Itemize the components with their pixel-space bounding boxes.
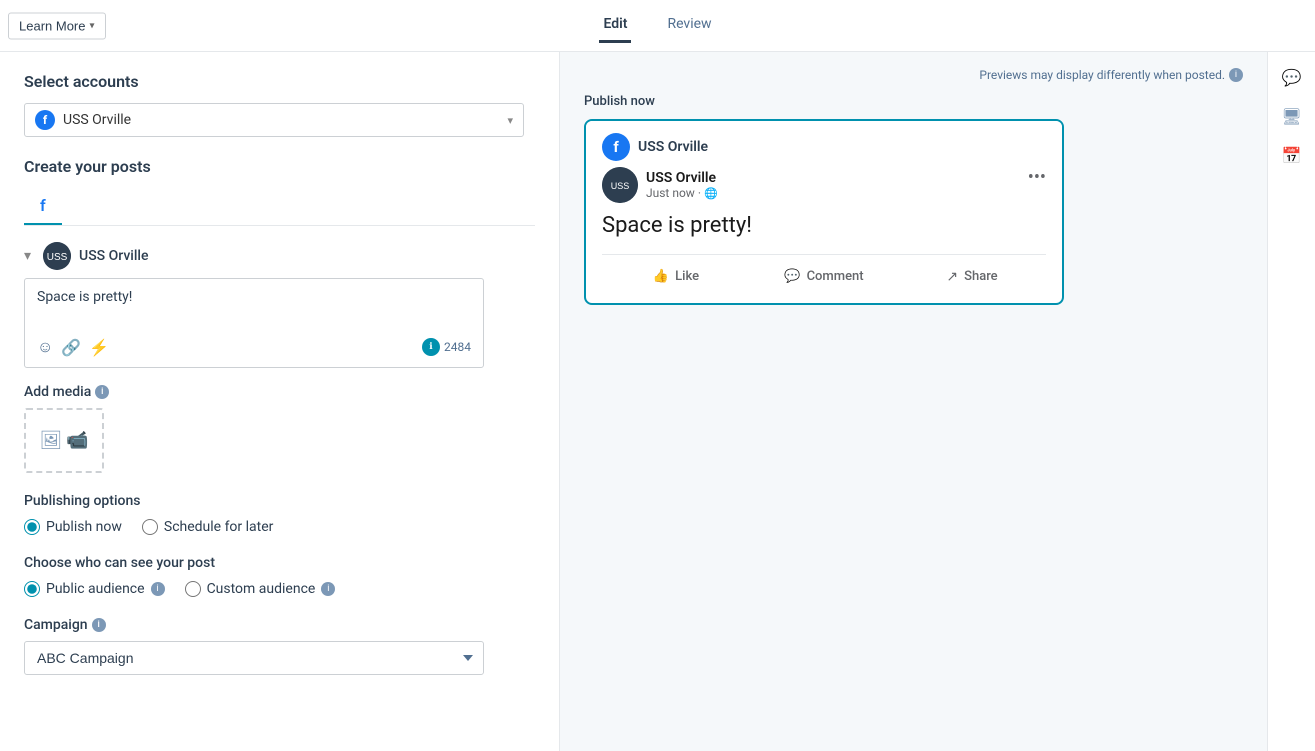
preview-page-name: USS Orville	[638, 139, 708, 155]
publishing-options: Publishing options Publish now Schedule …	[24, 493, 535, 535]
main-content: Select accounts f USS Orville ▾ Create y…	[0, 52, 1315, 751]
campaign-label: Campaign i	[24, 617, 535, 633]
schedule-later-label: Schedule for later	[164, 519, 274, 535]
campaign-select[interactable]: ABC Campaign Campaign 2 Campaign 3	[24, 641, 484, 675]
learn-more-label: Learn More	[19, 18, 85, 33]
preview-timestamp: Just now · 🌐	[646, 186, 718, 200]
publish-now-radio[interactable]	[24, 519, 40, 535]
selected-account-name: USS Orville	[63, 112, 131, 128]
comment-icon: 💬	[784, 269, 800, 284]
svg-text:USS: USS	[47, 252, 68, 263]
campaign-info-icon[interactable]: i	[92, 618, 106, 632]
publish-label: Publish now	[584, 94, 1243, 109]
left-panel: Select accounts f USS Orville ▾ Create y…	[0, 52, 560, 751]
custom-audience-label: Custom audience	[207, 581, 316, 597]
lightning-icon[interactable]: ⚡	[89, 338, 109, 357]
create-posts-section: Create your posts f ▾ USS USS Orville	[24, 157, 535, 675]
account-post-header: ▾ USS USS Orville	[24, 242, 535, 270]
top-bar: Learn More ▾ Edit Review	[0, 0, 1315, 52]
preview-account-row: USS USS Orville Just now · 🌐 •••	[602, 167, 1046, 203]
collapse-button[interactable]: ▾	[24, 248, 31, 264]
preview-avatar: USS	[602, 167, 638, 203]
post-text-content[interactable]: Space is pretty!	[37, 289, 471, 329]
account-selector[interactable]: f USS Orville ▾	[24, 103, 524, 137]
sidebar-icon-1[interactable]: 💬	[1282, 68, 1302, 87]
preview-avatar-info: USS USS Orville Just now · 🌐	[602, 167, 718, 203]
tab-bar: Edit Review	[599, 8, 715, 43]
share-icon: ↗	[946, 269, 958, 285]
preview-card-body: USS USS Orville Just now · 🌐 •••	[586, 167, 1062, 303]
preview-avatar-svg: USS	[602, 167, 638, 203]
globe-icon: 🌐	[704, 187, 718, 200]
audience-options: Public audience i Custom audience i	[24, 581, 535, 597]
dot-separator: ·	[698, 186, 701, 200]
campaign-section: Campaign i ABC Campaign Campaign 2 Campa…	[24, 617, 535, 675]
account-post-name: USS Orville	[79, 248, 148, 264]
preview-note: Previews may display differently when po…	[584, 68, 1243, 82]
avatar-svg: USS	[43, 242, 71, 270]
post-editor: Space is pretty! ☺ 🔗 ⚡ ℹ 2484	[24, 278, 484, 368]
sidebar-icon-3[interactable]: 📅	[1282, 146, 1302, 165]
like-icon: 👍	[653, 269, 669, 284]
add-media-info-icon[interactable]: i	[95, 385, 109, 399]
right-sidebar: 💬 🖥 📅	[1267, 52, 1315, 751]
audience-label: Choose who can see your post	[24, 555, 535, 571]
attachment-icon[interactable]: 🔗	[61, 338, 81, 357]
add-media-label: Add media i	[24, 384, 535, 400]
post-tab-bar: f	[24, 188, 535, 226]
right-panel: Previews may display differently when po…	[560, 52, 1267, 751]
emoji-icon[interactable]: ☺	[37, 337, 53, 357]
audience-section: Choose who can see your post Public audi…	[24, 555, 535, 597]
public-audience-info-icon[interactable]: i	[151, 582, 165, 596]
select-accounts-title: Select accounts	[24, 72, 535, 91]
media-upload-box[interactable]: 🖼 📹	[24, 408, 104, 473]
chevron-down-icon: ▾	[89, 20, 94, 31]
schedule-later-radio[interactable]	[142, 519, 158, 535]
tab-edit[interactable]: Edit	[599, 8, 631, 43]
video-upload-icon: 📹	[66, 430, 88, 451]
public-audience-radio[interactable]	[24, 581, 40, 597]
public-audience-option[interactable]: Public audience i	[24, 581, 165, 597]
facebook-header-icon: f	[602, 133, 630, 161]
preview-account-details: USS Orville Just now · 🌐	[646, 170, 718, 200]
custom-audience-option[interactable]: Custom audience i	[185, 581, 336, 597]
preview-card-header: f USS Orville	[586, 121, 1062, 167]
create-posts-title: Create your posts	[24, 157, 535, 176]
selector-chevron-icon: ▾	[507, 114, 513, 127]
share-action[interactable]: ↗ Share	[898, 263, 1046, 291]
add-media-section: Add media i 🖼 📹	[24, 384, 535, 473]
schedule-later-option[interactable]: Schedule for later	[142, 519, 274, 535]
facebook-tab-icon: f	[40, 196, 46, 215]
facebook-icon-small: f	[35, 110, 55, 130]
custom-audience-radio[interactable]	[185, 581, 201, 597]
tab-review[interactable]: Review	[663, 8, 715, 43]
char-count-value: 2484	[444, 340, 471, 354]
account-avatar: USS	[43, 242, 71, 270]
public-audience-label: Public audience	[46, 581, 145, 597]
preview-post-text: Space is pretty!	[602, 211, 1046, 242]
preview-note-info-icon[interactable]: i	[1229, 68, 1243, 82]
toolbar-icons: ☺ 🔗 ⚡	[37, 337, 109, 357]
preview-account-name: USS Orville	[646, 170, 718, 186]
publish-now-label: Publish now	[46, 519, 122, 535]
publish-now-option[interactable]: Publish now	[24, 519, 122, 535]
sidebar-icon-2[interactable]: 🖥	[1281, 107, 1301, 126]
image-upload-icon: 🖼	[39, 430, 62, 451]
publishing-options-label: Publishing options	[24, 493, 535, 509]
more-options-button[interactable]: •••	[1028, 167, 1046, 188]
publishing-radio-group: Publish now Schedule for later	[24, 519, 535, 535]
like-action[interactable]: 👍 Like	[602, 263, 750, 291]
char-count-icon: ℹ	[429, 342, 432, 352]
comment-action[interactable]: 💬 Comment	[750, 263, 898, 291]
post-tab-facebook[interactable]: f	[24, 188, 62, 225]
char-count: ℹ 2484	[422, 338, 471, 356]
preview-actions: 👍 Like 💬 Comment ↗ Share	[602, 254, 1046, 291]
char-count-circle: ℹ	[422, 338, 440, 356]
learn-more-button[interactable]: Learn More ▾	[8, 12, 106, 39]
custom-audience-info-icon[interactable]: i	[321, 582, 335, 596]
svg-text:USS: USS	[611, 181, 630, 191]
editor-toolbar: ☺ 🔗 ⚡ ℹ 2484	[37, 337, 471, 357]
preview-card: f USS Orville USS USS Orville	[584, 119, 1064, 305]
